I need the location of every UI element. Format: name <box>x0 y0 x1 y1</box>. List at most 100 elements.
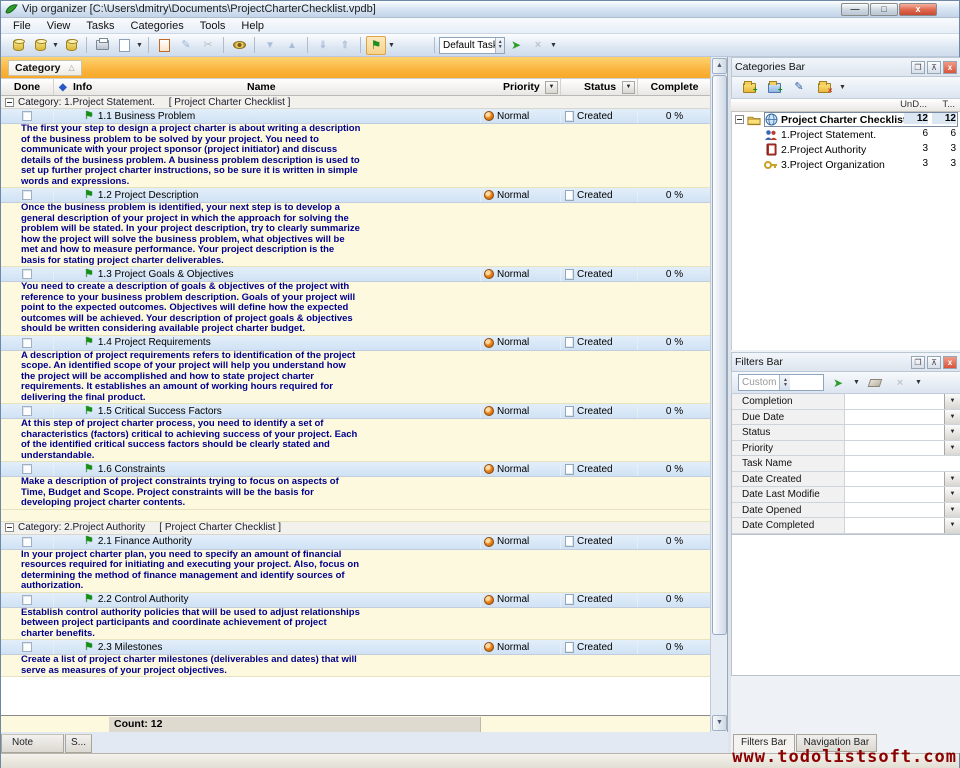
filter-dropdown-icon[interactable]: ▼ <box>944 518 960 533</box>
task-row[interactable]: ⚑1.2 Project DescriptionNormalCreated0 % <box>1 188 711 203</box>
task-name-cell[interactable]: ⚑1.1 Business Problem <box>54 109 481 123</box>
task-row[interactable]: ⚑1.3 Project Goals & ObjectivesNormalCre… <box>1 267 711 282</box>
task-priority-cell[interactable]: Normal <box>481 593 561 607</box>
edit-task-button[interactable]: ✎ <box>176 36 196 55</box>
open-database-dropdown[interactable]: ▼ <box>51 42 60 49</box>
task-complete-cell[interactable]: 0 % <box>638 188 711 202</box>
task-complete-cell[interactable]: 0 % <box>638 593 711 607</box>
task-status-cell[interactable]: Created <box>561 462 638 476</box>
collapse-group-icon[interactable] <box>5 98 14 107</box>
open-database-button[interactable] <box>30 36 50 55</box>
task-complete-cell[interactable]: 0 % <box>638 535 711 549</box>
move-bottom-button[interactable]: ⇓ <box>313 36 333 55</box>
filter-dropdown-icon[interactable]: ▼ <box>944 487 960 502</box>
close-button[interactable]: x <box>899 3 937 16</box>
task-priority-cell[interactable]: Normal <box>481 188 561 202</box>
group-header-row[interactable]: Category: 2.Project Authority[ Project C… <box>1 522 711 535</box>
new-task-button[interactable] <box>154 36 174 55</box>
filter-value-field[interactable] <box>845 487 944 502</box>
task-description-row[interactable]: In your project charter plan, you need t… <box>1 550 711 593</box>
menu-item-tools[interactable]: Tools <box>192 19 234 33</box>
filters-toolbar-dropdown[interactable]: ▼ <box>914 379 923 386</box>
apply-filter-dropdown[interactable]: ▼ <box>852 379 861 386</box>
task-description-row[interactable]: At this step of project charter process,… <box>1 419 711 462</box>
task-view-flag-button[interactable]: ⚑ <box>366 36 386 55</box>
categories-pin-icon[interactable]: ⊼ <box>927 61 941 74</box>
task-row[interactable]: ⚑1.1 Business ProblemNormalCreated0 % <box>1 109 711 124</box>
column-header-done[interactable]: Done <box>1 79 54 95</box>
delete-task-button[interactable]: ✂ <box>198 36 218 55</box>
task-row[interactable]: ⚑1.4 Project RequirementsNormalCreated0 … <box>1 336 711 351</box>
filters-restore-icon[interactable]: ❐ <box>911 356 925 369</box>
task-row[interactable]: ⚑1.5 Critical Success FactorsNormalCreat… <box>1 404 711 419</box>
column-header-name[interactable]: Name <box>247 79 307 95</box>
clear-filter-button[interactable] <box>865 373 885 392</box>
task-priority-cell[interactable]: Normal <box>481 336 561 350</box>
task-priority-cell[interactable]: Normal <box>481 535 561 549</box>
menu-item-categories[interactable]: Categories <box>123 19 192 33</box>
task-priority-cell[interactable]: Normal <box>481 267 561 281</box>
delete-filter-button[interactable]: × <box>890 373 910 392</box>
scroll-down-icon[interactable]: ▼ <box>712 715 727 731</box>
task-status-cell[interactable]: Created <box>561 535 638 549</box>
task-name-cell[interactable]: ⚑1.5 Critical Success Factors <box>54 404 481 418</box>
task-done-checkbox[interactable] <box>22 338 32 348</box>
tab-schedule[interactable]: S... <box>65 734 92 753</box>
task-description-row[interactable]: You need to create a description of goal… <box>1 282 711 336</box>
menu-item-help[interactable]: Help <box>233 19 272 33</box>
filter-value-field[interactable] <box>845 456 960 471</box>
task-status-cell[interactable]: Created <box>561 640 638 654</box>
move-down-button[interactable]: ▼ <box>260 36 280 55</box>
task-row[interactable]: ⚑2.1 Finance AuthorityNormalCreated0 % <box>1 535 711 550</box>
task-description-row[interactable]: A description of project requirements re… <box>1 351 711 405</box>
task-complete-cell[interactable]: 0 % <box>638 109 711 123</box>
category-tree-item[interactable]: Project Charter Checklist1212 <box>732 112 960 127</box>
task-status-cell[interactable]: Created <box>561 267 638 281</box>
menu-item-view[interactable]: View <box>39 19 79 33</box>
print-button[interactable] <box>92 36 112 55</box>
move-top-button[interactable]: ⇑ <box>335 36 355 55</box>
categories-restore-icon[interactable]: ❐ <box>911 61 925 74</box>
clear-view-button[interactable]: × <box>528 36 548 55</box>
column-header-undone[interactable]: UnD... <box>900 99 927 110</box>
task-done-checkbox[interactable] <box>22 190 32 200</box>
new-category-button[interactable]: + <box>739 78 759 97</box>
apply-view-button[interactable]: ➤ <box>506 36 526 55</box>
scroll-up-icon[interactable]: ▲ <box>712 58 727 74</box>
task-done-checkbox[interactable] <box>22 595 32 605</box>
category-tree-item[interactable]: 2.Project Authority33 <box>732 142 960 157</box>
task-complete-cell[interactable]: 0 % <box>638 462 711 476</box>
grid-vertical-scrollbar[interactable]: ▲ ▼ <box>710 57 727 732</box>
minimize-button[interactable]: — <box>841 3 869 16</box>
task-complete-cell[interactable]: 0 % <box>638 267 711 281</box>
filter-dropdown-icon[interactable]: ▼ <box>944 425 960 440</box>
filter-dropdown-icon[interactable]: ▼ <box>944 503 960 518</box>
task-complete-cell[interactable]: 0 % <box>638 336 711 350</box>
filter-preset-spinner[interactable]: ▲▼ <box>779 375 790 390</box>
task-priority-cell[interactable]: Normal <box>481 640 561 654</box>
column-header-total[interactable]: T... <box>942 99 955 110</box>
menu-item-file[interactable]: File <box>5 19 39 33</box>
scrollbar-thumb[interactable] <box>712 75 727 635</box>
edit-category-button[interactable]: ✎ <box>789 78 809 97</box>
task-status-cell[interactable]: Created <box>561 404 638 418</box>
task-description-row[interactable]: Once the business problem is identified,… <box>1 203 711 267</box>
categories-close-icon[interactable]: x <box>943 61 957 74</box>
filter-preset-combobox[interactable]: Custom ▲▼ <box>738 374 824 391</box>
move-up-button[interactable]: ▲ <box>282 36 302 55</box>
filter-value-field[interactable] <box>845 425 944 440</box>
task-name-cell[interactable]: ⚑1.4 Project Requirements <box>54 336 481 350</box>
task-done-checkbox[interactable] <box>22 642 32 652</box>
combobox-spinner[interactable]: ▲▼ <box>495 38 504 53</box>
new-subcategory-button[interactable]: + <box>764 78 784 97</box>
filter-value-field[interactable] <box>845 472 944 487</box>
task-description-row[interactable]: Make a description of project constraint… <box>1 477 711 510</box>
status-filter-dropdown[interactable]: ▼ <box>622 81 635 94</box>
delete-category-button[interactable]: × <box>814 78 834 97</box>
task-name-cell[interactable]: ⚑2.2 Control Authority <box>54 593 481 607</box>
task-row[interactable]: ⚑2.3 MilestonesNormalCreated0 % <box>1 640 711 655</box>
filter-dropdown-icon[interactable]: ▼ <box>944 441 960 456</box>
group-by-category-button[interactable]: Category △ <box>8 60 82 76</box>
task-view-dropdown[interactable]: ▼ <box>387 42 396 49</box>
task-row[interactable]: ⚑1.6 ConstraintsNormalCreated0 % <box>1 462 711 477</box>
